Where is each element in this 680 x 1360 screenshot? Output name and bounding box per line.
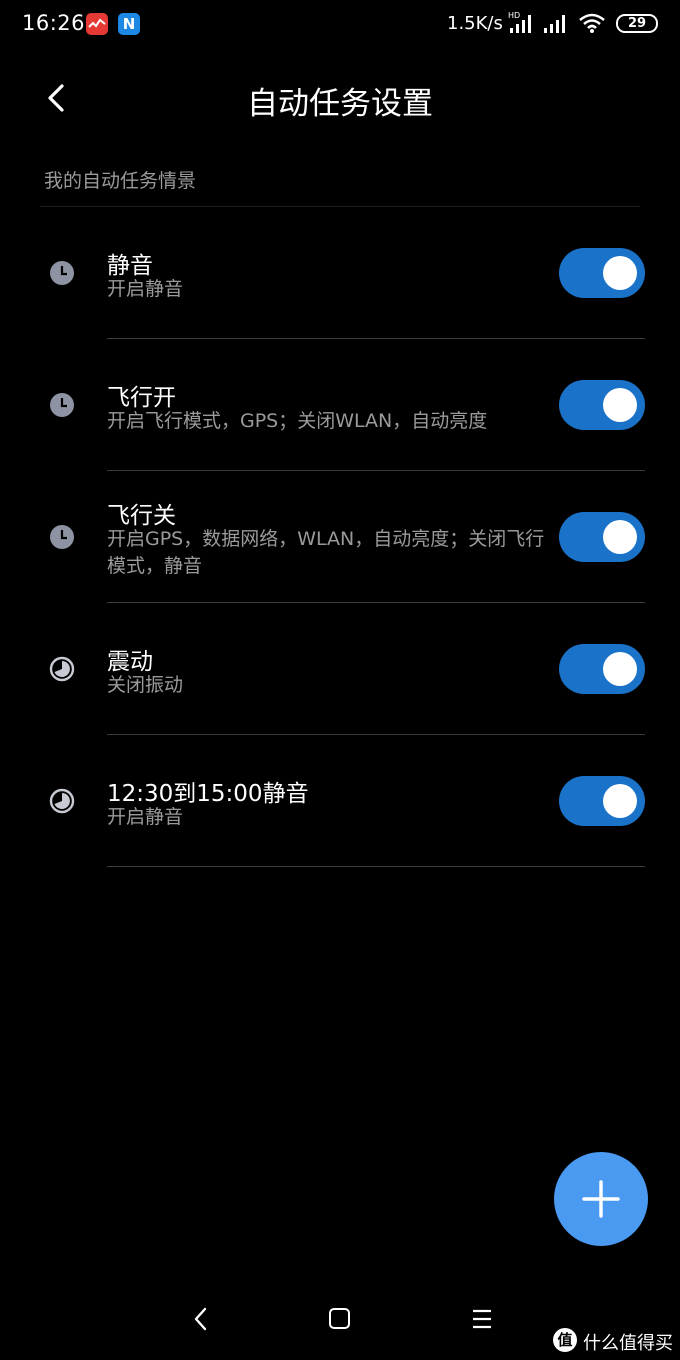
task-item[interactable]: 静音 开启静音 xyxy=(0,210,680,342)
plus-icon xyxy=(582,1180,620,1218)
task-divider xyxy=(107,470,645,471)
task-description: 开启GPS，数据网络，WLAN，自动亮度；关闭飞行模式，静音 xyxy=(107,528,545,577)
task-divider xyxy=(107,866,645,867)
task-description: 开启静音 xyxy=(107,806,184,828)
toggle-knob xyxy=(603,388,637,422)
task-title: 飞行开 xyxy=(107,385,176,411)
status-time: 16:26 xyxy=(22,11,86,35)
clock-icon xyxy=(50,261,74,285)
section-label: 我的自动任务情景 xyxy=(44,170,197,192)
toggle-knob xyxy=(603,652,637,686)
task-item[interactable]: 飞行开 开启飞行模式，GPS；关闭WLAN，自动亮度 xyxy=(0,342,680,474)
task-title: 飞行关 xyxy=(107,503,176,529)
battery-icon: 29 xyxy=(616,14,658,33)
task-toggle[interactable] xyxy=(559,248,645,298)
timer-icon xyxy=(49,656,75,682)
clock-icon xyxy=(50,525,74,549)
task-divider xyxy=(107,602,645,603)
task-toggle[interactable] xyxy=(559,380,645,430)
nav-menu-icon[interactable] xyxy=(471,1308,493,1330)
watermark-text: 什么值得买 xyxy=(583,1333,673,1354)
task-item[interactable]: 12:30到15:00静音 开启静音 xyxy=(0,738,680,870)
toggle-knob xyxy=(603,784,637,818)
task-title: 12:30到15:00静音 xyxy=(107,781,309,807)
add-task-button[interactable] xyxy=(554,1152,648,1246)
signal-hd-icon: HD xyxy=(508,11,531,33)
wifi-icon xyxy=(579,13,605,33)
task-title: 震动 xyxy=(107,649,153,675)
task-toggle[interactable] xyxy=(559,512,645,562)
stock-app-icon xyxy=(86,13,108,35)
task-toggle[interactable] xyxy=(559,776,645,826)
task-item[interactable]: 飞行关 开启GPS，数据网络，WLAN，自动亮度；关闭飞行模式，静音 xyxy=(0,474,680,606)
screen: 16:26 N 1.5K/s HD 29 自动任务设置 我的自动任务情景 静音 … xyxy=(0,0,680,1360)
hd-label: HD xyxy=(508,11,520,20)
task-description: 关闭振动 xyxy=(107,674,184,696)
timer-icon xyxy=(49,788,75,814)
task-divider xyxy=(107,338,645,339)
toggle-knob xyxy=(603,256,637,290)
nav-back-icon[interactable] xyxy=(190,1305,212,1333)
status-bar: 16:26 N 1.5K/s HD 29 xyxy=(0,0,680,48)
nav-home-icon[interactable] xyxy=(329,1308,350,1329)
n-app-icon: N xyxy=(118,13,140,35)
task-description: 开启飞行模式，GPS；关闭WLAN，自动亮度 xyxy=(107,410,488,432)
network-speed: 1.5K/s xyxy=(447,13,503,34)
page-title: 自动任务设置 xyxy=(247,86,433,122)
section-divider xyxy=(40,206,640,207)
watermark-logo: 值 xyxy=(553,1328,577,1352)
signal-icon xyxy=(544,15,565,33)
task-description: 开启静音 xyxy=(107,278,184,300)
task-title: 静音 xyxy=(107,253,153,279)
task-divider xyxy=(107,734,645,735)
toggle-knob xyxy=(603,520,637,554)
clock-icon xyxy=(50,393,74,417)
task-toggle[interactable] xyxy=(559,644,645,694)
task-item[interactable]: 震动 关闭振动 xyxy=(0,606,680,738)
